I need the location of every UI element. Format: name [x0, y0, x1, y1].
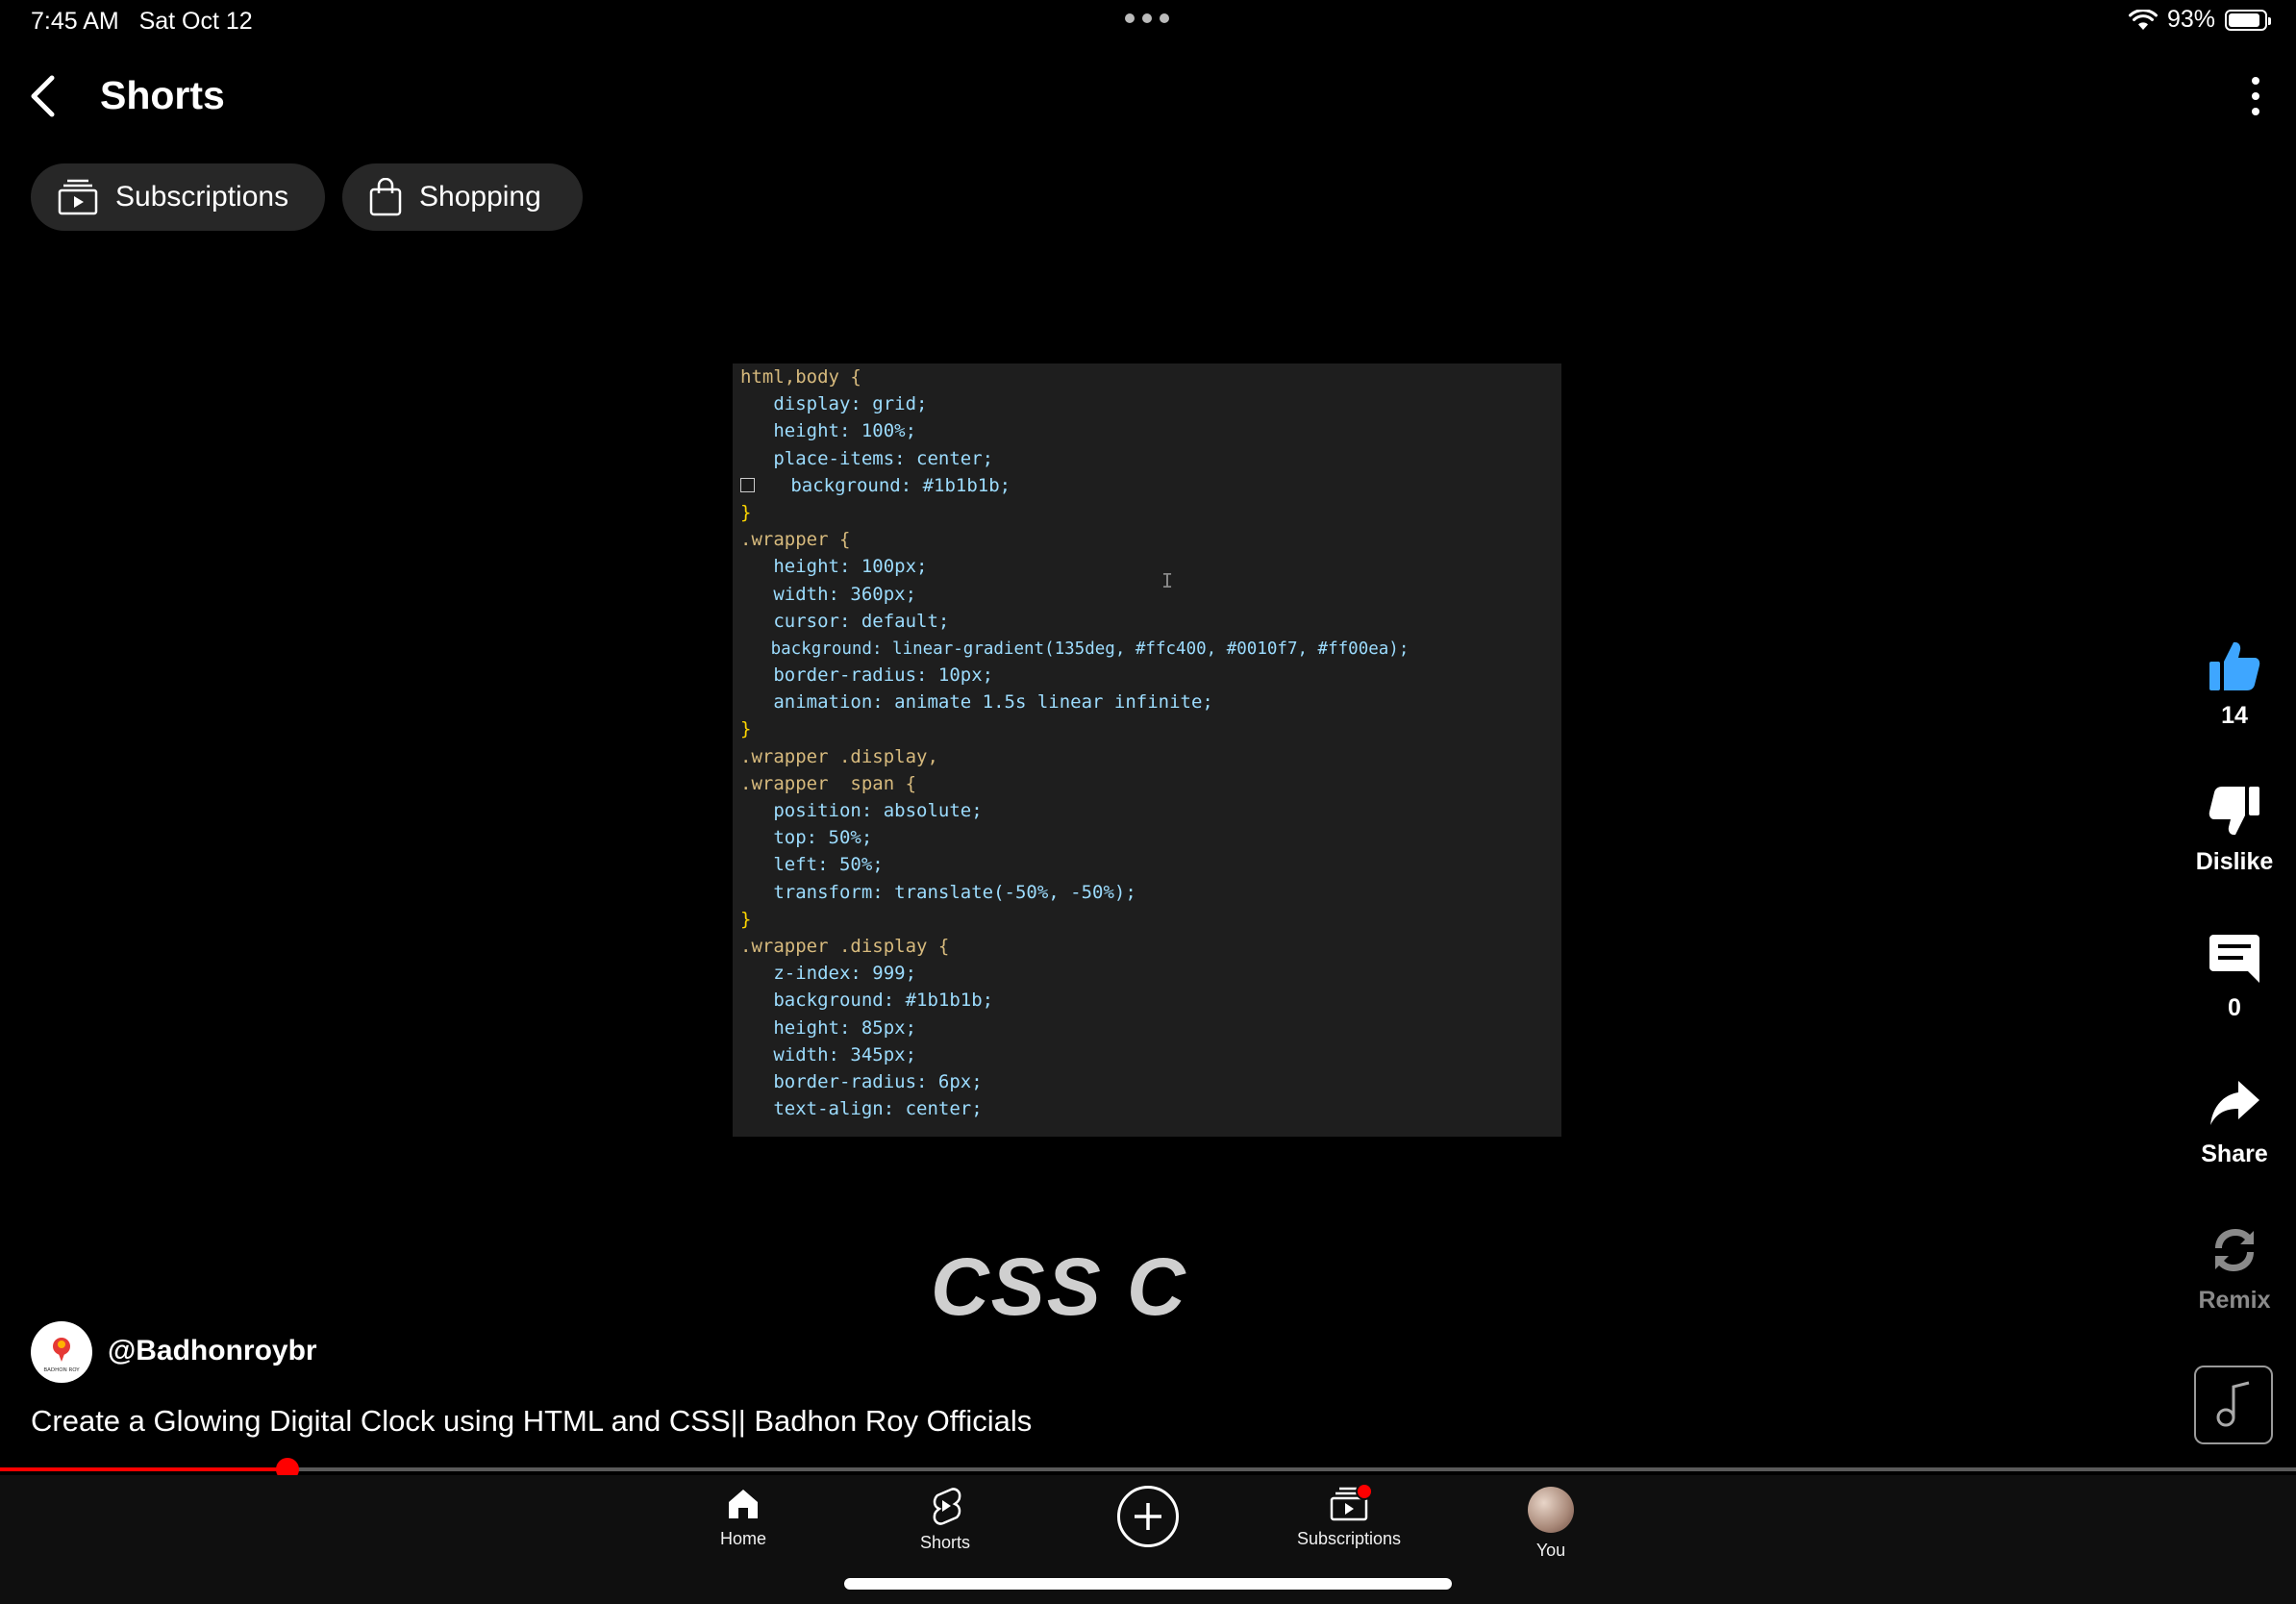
code-line: left: 50%;	[740, 854, 884, 876]
chip-label: Shopping	[419, 181, 541, 213]
home-indicator[interactable]	[844, 1578, 1452, 1590]
sound-button[interactable]	[2194, 1366, 2273, 1444]
remix-label: Remix	[2198, 1287, 2271, 1314]
dislike-button[interactable]: Dislike	[2177, 785, 2292, 876]
dislike-label: Dislike	[2195, 848, 2274, 875]
channel-avatar[interactable]: BADHON ROY	[31, 1321, 92, 1383]
create-button[interactable]	[1117, 1486, 1179, 1547]
subscriptions-icon	[58, 179, 98, 215]
thumbs-up-icon	[2209, 641, 2260, 690]
code-line: width: 345px;	[740, 1043, 917, 1065]
wifi-icon	[2128, 9, 2158, 30]
chip-shopping[interactable]: Shopping	[342, 163, 583, 231]
code-line: height: 100px;	[740, 556, 928, 578]
channel-handle[interactable]: @Badhonroybr	[108, 1335, 317, 1367]
shopping-bag-icon	[369, 178, 402, 216]
share-button[interactable]: Share	[2177, 1077, 2292, 1168]
home-icon	[729, 1490, 758, 1518]
code-line: }	[740, 908, 752, 930]
nav-you[interactable]: You	[1484, 1487, 1618, 1561]
page-title: Shorts	[100, 73, 225, 117]
battery-percent: 93%	[2166, 6, 2215, 33]
code-line: }	[740, 501, 752, 523]
code-line: display: grid;	[740, 393, 928, 415]
nav-label: Subscriptions	[1296, 1529, 1402, 1548]
comment-icon	[2209, 935, 2259, 983]
chip-label: Subscriptions	[115, 181, 289, 213]
code-line: z-index: 999;	[740, 963, 917, 985]
code-line: background: #1b1b1b;	[740, 472, 1554, 499]
code-line: text-align: center;	[740, 1098, 983, 1120]
code-line: .wrapper span {	[740, 772, 917, 794]
code-line: .wrapper .display {	[740, 935, 950, 957]
text-cursor-icon: I	[1161, 569, 1174, 592]
status-time: 7:45 AM	[31, 8, 119, 35]
video-title[interactable]: Create a Glowing Digital Clock using HTM…	[31, 1404, 1032, 1439]
code-line: height: 100%;	[740, 420, 917, 442]
color-swatch	[740, 477, 755, 492]
nav-label: You	[1535, 1541, 1566, 1560]
code-line: width: 360px;	[740, 583, 917, 605]
comments-button[interactable]: 0	[2177, 931, 2292, 1022]
like-button[interactable]: 14	[2177, 639, 2292, 730]
code-line: border-radius: 10px;	[740, 664, 994, 687]
status-date: Sat Oct 12	[138, 8, 253, 35]
code-line: background: #1b1b1b;	[740, 990, 994, 1012]
code-line: cursor: default;	[740, 610, 950, 632]
music-note-icon	[2216, 1381, 2250, 1427]
remix-button[interactable]: Remix	[2177, 1223, 2292, 1315]
avatar-text: BADHON ROY	[43, 1367, 80, 1373]
nav-home[interactable]: Home	[676, 1487, 811, 1549]
share-icon	[2210, 1081, 2259, 1125]
like-count: 14	[2221, 702, 2248, 729]
more-vertical-icon	[2252, 77, 2259, 85]
progress-track[interactable]	[0, 1467, 2296, 1471]
channel-logo-icon: BADHON ROY	[43, 1338, 80, 1373]
code-line: html,body {	[740, 366, 861, 388]
battery-icon	[2225, 9, 2271, 31]
code-line: animation: animate 1.5s linear infinite;	[740, 691, 1213, 714]
code-line: }	[740, 718, 752, 740]
comment-count: 0	[2228, 994, 2241, 1021]
code-line: position: absolute;	[740, 800, 983, 821]
code-line: top: 50%;	[740, 827, 873, 849]
more-options-button[interactable]	[2244, 77, 2267, 115]
code-line: .wrapper .display,	[740, 745, 938, 767]
code-line: place-items: center;	[740, 447, 994, 469]
notification-dot	[1356, 1483, 1373, 1500]
code-line: height: 85px;	[740, 1016, 917, 1039]
share-label: Share	[2201, 1140, 2268, 1167]
nav-label: Shorts	[919, 1533, 971, 1552]
nav-shorts[interactable]: Shorts	[878, 1487, 1012, 1553]
shorts-icon	[933, 1488, 961, 1525]
multitasking-dots[interactable]	[1125, 13, 1169, 23]
chip-subscriptions[interactable]: Subscriptions	[31, 163, 325, 231]
nav-label: Home	[719, 1529, 766, 1548]
code-line: border-radius: 6px;	[740, 1070, 983, 1092]
code-line: .wrapper {	[740, 529, 851, 551]
status-bar-time: 7:45 AM Sat Oct 12	[31, 8, 253, 36]
thumbs-down-icon	[2209, 787, 2259, 836]
video-player[interactable]: html,body { display: grid; height: 100%;…	[733, 363, 1561, 1137]
back-button[interactable]	[29, 69, 77, 123]
plus-circle-icon	[1135, 1503, 1161, 1530]
avatar	[1528, 1487, 1574, 1533]
code-line: background: linear-gradient(135deg, #ffc…	[740, 639, 1410, 659]
status-bar-right: 93%	[2128, 6, 2271, 34]
video-overlay-text: CSS C	[931, 1241, 1187, 1332]
chevron-left-icon	[31, 75, 55, 117]
nav-subscriptions[interactable]: Subscriptions	[1282, 1483, 1416, 1549]
remix-icon	[2215, 1229, 2254, 1271]
subscriptions-icon-wrap	[1329, 1483, 1373, 1521]
code-line: transform: translate(-50%, -50%);	[740, 881, 1136, 903]
progress-fill	[0, 1467, 287, 1471]
